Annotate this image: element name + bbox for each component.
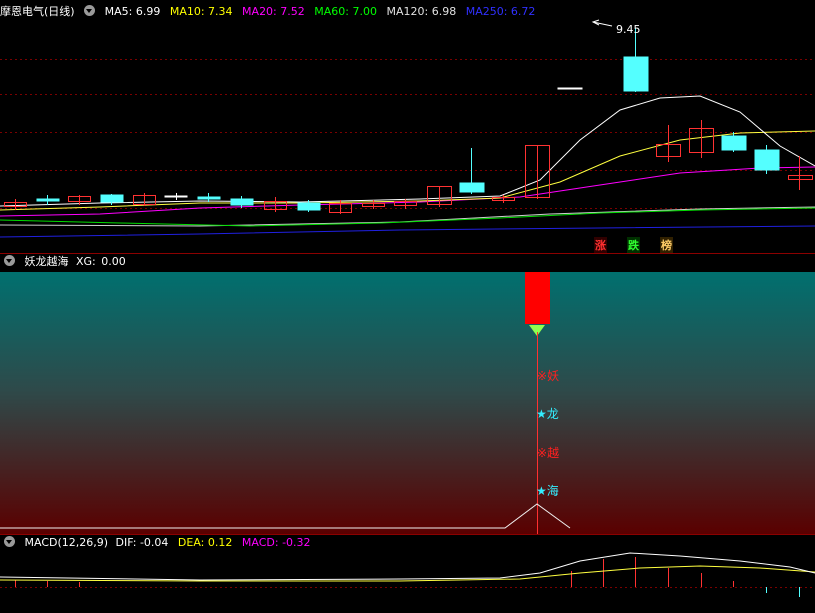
dea-legend: DEA: 0.12 — [177, 536, 233, 549]
candle — [689, 120, 714, 158]
candle — [754, 145, 780, 174]
ma20-legend: MA20: 7.52 — [242, 5, 305, 18]
macd-name: MACD(12,26,9) — [24, 536, 109, 549]
candle — [557, 87, 583, 90]
macd-pane[interactable]: MACD(12,26,9) DIF: -0.04 DEA: 0.12 MACD:… — [0, 535, 815, 613]
ma120-legend: MA120: 6.98 — [386, 5, 457, 18]
high-marker-label: 9.45 — [616, 23, 641, 36]
signal-bar — [525, 272, 550, 324]
candle — [264, 197, 287, 212]
ma250-legend: MA250: 6.72 — [465, 5, 536, 18]
macd-value-legend: MACD: -0.32 — [241, 536, 311, 549]
gradient-background — [0, 272, 815, 534]
signal-label-hai: ★海 — [536, 484, 559, 498]
indicator-legend: 妖龙越海 XG: 0.00 — [0, 254, 132, 270]
high-marker-arrow — [591, 19, 613, 27]
macd-histogram — [15, 557, 734, 587]
asterisk-icon: ※ — [537, 446, 548, 460]
ma5-legend: MA5: 6.99 — [104, 5, 161, 18]
star-icon: ★ — [536, 484, 547, 498]
ma10-legend: MA10: 7.34 — [169, 5, 233, 18]
ma5-line — [0, 95, 815, 207]
indicator-canvas[interactable] — [0, 254, 815, 534]
signal-label-yao: ※妖 — [537, 369, 560, 383]
ma60-legend: MA60: 7.00 — [314, 5, 377, 18]
candle — [623, 28, 649, 92]
xg-label: XG: — [76, 255, 96, 268]
collapse-icon[interactable] — [4, 536, 15, 547]
candle — [525, 145, 550, 199]
xg-value: 0.00 — [101, 255, 126, 268]
ma250-line — [0, 225, 815, 238]
collapse-icon[interactable] — [84, 5, 96, 16]
kline-grid — [0, 59, 815, 209]
candle — [133, 193, 156, 206]
collapse-icon[interactable] — [4, 255, 15, 266]
candle — [36, 195, 60, 205]
candles — [4, 28, 813, 214]
tag-rank[interactable]: 榜 — [660, 237, 673, 253]
signal-label-long: ★龙 — [536, 407, 559, 421]
period-label: (日线) — [44, 5, 75, 18]
stock-name: 摩恩电气 — [0, 5, 44, 18]
macd-histogram-neg — [766, 587, 800, 597]
kline-legend: 摩恩电气(日线) MA5: 6.99 MA10: 7.34 MA20: 7.52… — [0, 4, 541, 20]
candle — [4, 199, 27, 210]
signal-label-yue: ※越 — [537, 446, 560, 460]
candle — [788, 156, 813, 190]
candle — [394, 199, 417, 209]
tag-rise[interactable]: 涨 — [594, 237, 607, 253]
dif-legend: DIF: -0.04 — [115, 536, 169, 549]
candle — [164, 193, 188, 200]
ma60-line — [0, 207, 815, 227]
indicator-name: 妖龙越海 — [24, 255, 69, 268]
candle — [427, 186, 452, 207]
star-icon: ★ — [536, 407, 547, 421]
macd-legend: MACD(12,26,9) DIF: -0.04 DEA: 0.12 MACD:… — [0, 535, 317, 551]
kline-pane[interactable]: 摩恩电气(日线) MA5: 6.99 MA10: 7.34 MA20: 7.52… — [0, 0, 815, 253]
kline-canvas[interactable]: 9.45 — [0, 0, 815, 253]
indicator-pane[interactable]: 妖龙越海 XG: 0.00 ※妖 ★龙 ※越 ★海 — [0, 254, 815, 534]
tag-fall[interactable]: 跌 — [627, 237, 640, 253]
asterisk-icon: ※ — [537, 369, 548, 383]
candle — [656, 125, 681, 162]
ma20-line — [0, 166, 815, 217]
